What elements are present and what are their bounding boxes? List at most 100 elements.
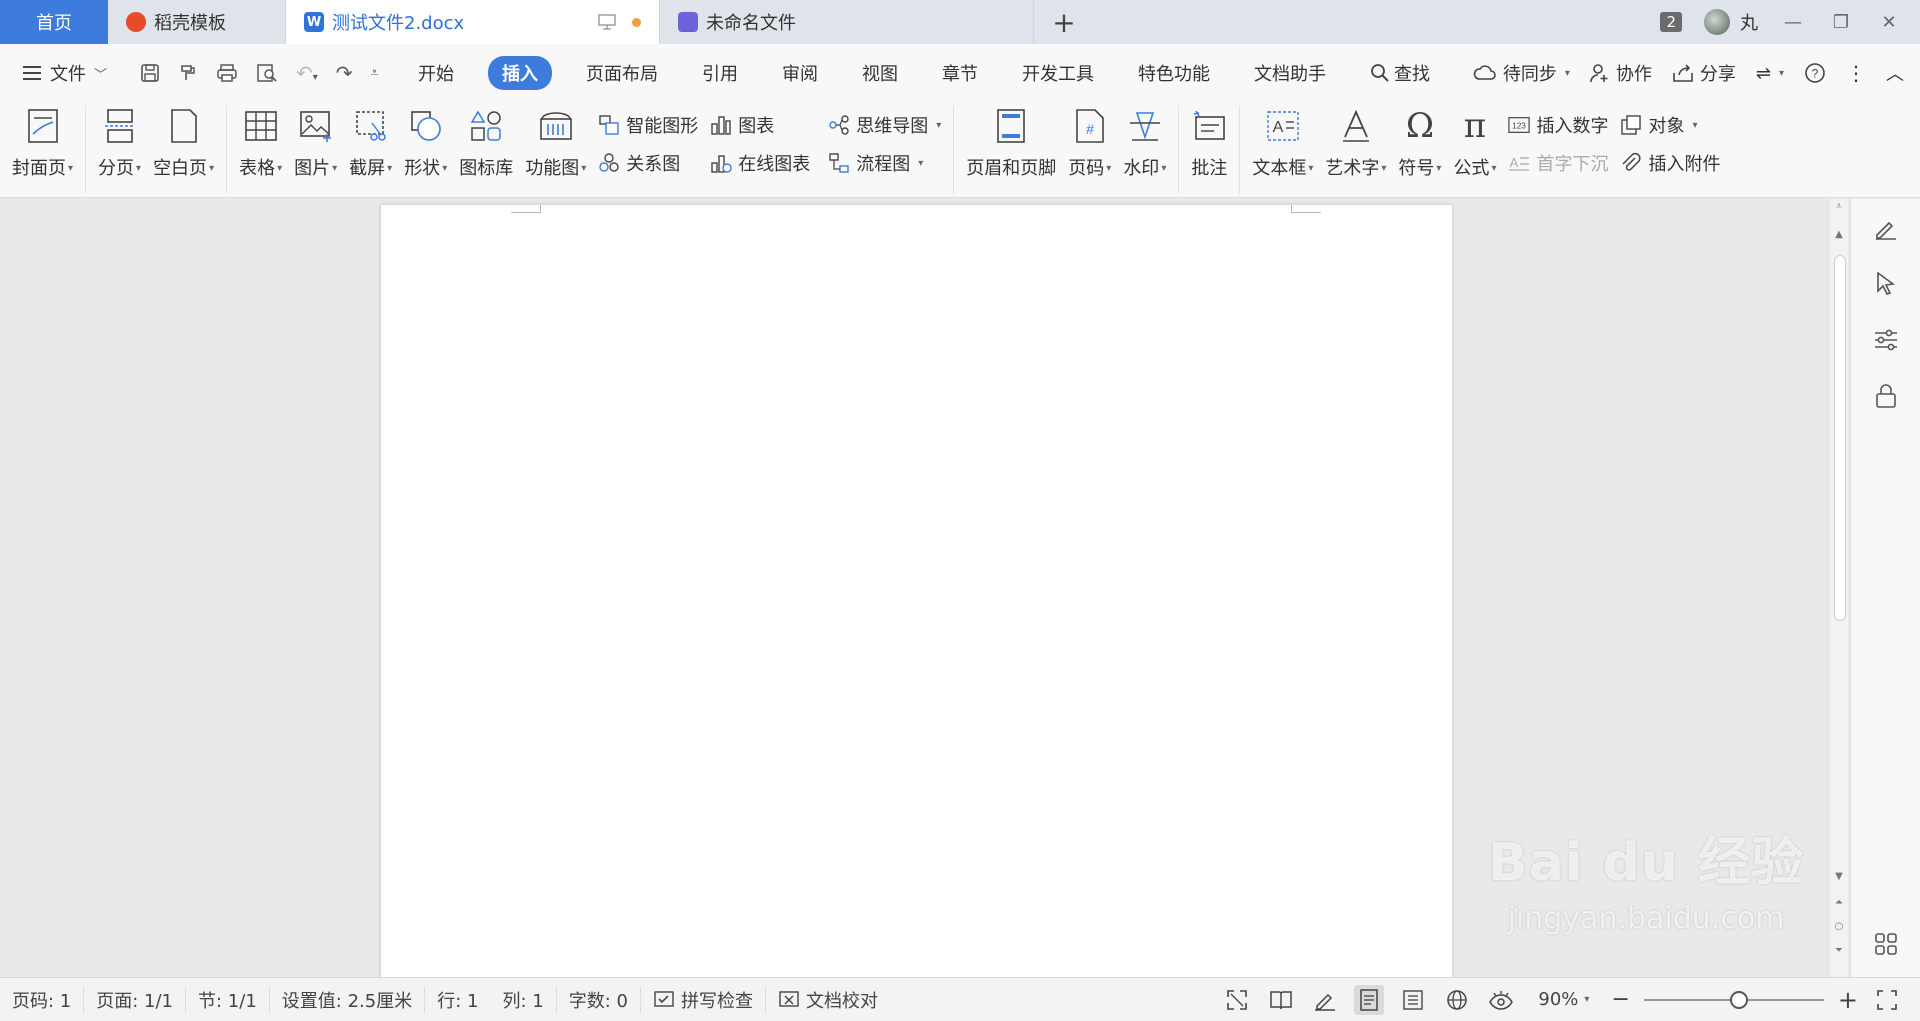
- file-menu[interactable]: 文件 ﹀: [0, 60, 126, 86]
- wordart-button[interactable]: 艺术字 ▾: [1319, 106, 1392, 180]
- outline-view-icon[interactable]: [1398, 985, 1428, 1015]
- save-icon[interactable]: [140, 63, 160, 83]
- menu-tab-start[interactable]: 开始: [396, 60, 476, 86]
- vertical-scrollbar[interactable]: ⩡ ▲ ▼ ⏶ ○ ⏷: [1830, 199, 1848, 977]
- symbol-button[interactable]: Ω 符号 ▾: [1392, 106, 1447, 180]
- status-section[interactable]: 节: 1/1: [186, 986, 270, 1013]
- reading-mode-icon[interactable]: [1266, 985, 1296, 1015]
- spell-check-button[interactable]: 拼写检查: [641, 986, 766, 1013]
- smartart-button[interactable]: 智能图形: [598, 112, 698, 138]
- close-icon[interactable]: ✕: [1876, 12, 1902, 33]
- help-icon[interactable]: ?: [1804, 62, 1826, 84]
- apps-grid-icon[interactable]: [1871, 929, 1901, 959]
- comment-button[interactable]: 批注: [1185, 106, 1233, 180]
- collab-button[interactable]: 协作: [1590, 60, 1652, 86]
- fullscreen-icon[interactable]: [1222, 985, 1252, 1015]
- share-button[interactable]: 分享: [1672, 60, 1736, 86]
- textbox-button[interactable]: A 文本框 ▾: [1246, 106, 1319, 180]
- new-tab-button[interactable]: +: [1034, 0, 1094, 44]
- print-icon[interactable]: [216, 63, 238, 83]
- status-row[interactable]: 行: 1: [425, 987, 490, 1013]
- web-view-icon[interactable]: [1442, 985, 1472, 1015]
- format-painter-icon[interactable]: [178, 63, 198, 83]
- browse-object-icon[interactable]: ○: [1832, 921, 1846, 932]
- sliders-settings-icon[interactable]: [1871, 325, 1901, 355]
- menu-tab-section[interactable]: 章节: [920, 60, 1000, 86]
- table-button[interactable]: 表格 ▾: [233, 106, 288, 180]
- document-workspace[interactable]: [0, 199, 1830, 977]
- picture-button[interactable]: 图片 ▾: [288, 106, 343, 180]
- relation-chart-button[interactable]: 关系图: [598, 150, 698, 176]
- menu-tab-developer[interactable]: 开发工具: [1000, 60, 1116, 86]
- tab-daoke-template[interactable]: 稻壳模板: [108, 0, 286, 44]
- minimize-icon[interactable]: —: [1780, 12, 1806, 33]
- mindmap-button[interactable]: 思维导图 ▾: [828, 112, 941, 138]
- status-pages[interactable]: 页面: 1/1: [84, 986, 187, 1013]
- cursor-select-icon[interactable]: [1871, 269, 1901, 299]
- insert-number-button[interactable]: 123 插入数字: [1508, 112, 1608, 138]
- zoom-dropdown[interactable]: 90% ▾: [1530, 989, 1597, 1010]
- ribbon-layout-icon[interactable]: ⇌ ▾: [1756, 63, 1784, 84]
- zoom-slider[interactable]: [1643, 990, 1824, 1009]
- status-setting-value[interactable]: 设置值: 2.5厘米: [270, 986, 426, 1013]
- menu-tab-doc-assistant[interactable]: 文档助手: [1232, 60, 1348, 86]
- eye-protection-icon[interactable]: [1486, 985, 1516, 1015]
- status-column[interactable]: 列: 1: [490, 986, 557, 1013]
- undo-icon[interactable]: ↶▾: [296, 61, 318, 85]
- cover-page-button[interactable]: 封面页 ▾: [6, 106, 79, 180]
- status-page-number[interactable]: 页码: 1: [0, 986, 85, 1013]
- split-handle-icon[interactable]: ⩡: [1832, 201, 1846, 212]
- menu-tab-review[interactable]: 审阅: [760, 60, 840, 86]
- formula-button[interactable]: π 公式 ▾: [1447, 106, 1502, 180]
- collapse-ribbon-icon[interactable]: ︿: [1886, 60, 1904, 86]
- insert-attachment-button[interactable]: 插入附件: [1620, 150, 1720, 176]
- flowchart-button[interactable]: 流程图 ▾: [828, 150, 941, 176]
- menu-tab-page-layout[interactable]: 页面布局: [564, 60, 680, 86]
- monitor-icon[interactable]: [598, 14, 616, 30]
- user-account[interactable]: 丸: [1704, 9, 1758, 35]
- screenshot-button[interactable]: 截屏 ▾: [343, 106, 398, 180]
- page-break-button[interactable]: 分页 ▾: [92, 106, 147, 180]
- window-count-badge[interactable]: 2: [1660, 12, 1682, 32]
- menu-tab-view[interactable]: 视图: [840, 60, 920, 86]
- scroll-up-icon[interactable]: ▲: [1832, 229, 1846, 240]
- shape-button[interactable]: 形状 ▾: [398, 106, 453, 180]
- pen-icon[interactable]: [1871, 213, 1901, 243]
- more-options-icon[interactable]: ⋮: [1846, 61, 1866, 85]
- print-preview-icon[interactable]: [256, 63, 278, 83]
- menu-tab-references[interactable]: 引用: [680, 60, 760, 86]
- zoom-in-icon[interactable]: +: [1838, 986, 1858, 1014]
- document-page[interactable]: [381, 205, 1452, 977]
- redo-icon[interactable]: ↷: [336, 61, 353, 85]
- icon-library-button[interactable]: 图标库: [453, 106, 519, 180]
- restore-icon[interactable]: ❐: [1828, 12, 1854, 33]
- writing-mode-icon[interactable]: [1310, 985, 1340, 1015]
- zoom-slider-knob[interactable]: [1729, 990, 1748, 1009]
- function-chart-button[interactable]: 功能图 ▾: [519, 106, 592, 180]
- drop-cap-button[interactable]: A 首字下沉: [1508, 150, 1608, 176]
- tab-unnamed-file[interactable]: 未命名文件: [660, 0, 1034, 44]
- menu-tab-features[interactable]: 特色功能: [1116, 60, 1232, 86]
- fit-page-icon[interactable]: [1872, 985, 1902, 1015]
- page-view-icon[interactable]: [1354, 984, 1385, 1015]
- chart-button[interactable]: 图表: [710, 112, 810, 138]
- zoom-out-icon[interactable]: −: [1611, 987, 1629, 1012]
- page-number-button[interactable]: # 页码 ▾: [1062, 106, 1117, 180]
- status-word-count[interactable]: 字数: 0: [557, 986, 641, 1013]
- blank-page-button[interactable]: 空白页 ▾: [147, 106, 220, 180]
- scroll-down-icon[interactable]: ▼: [1832, 871, 1846, 882]
- online-chart-button[interactable]: 在线图表: [710, 150, 810, 176]
- next-page-icon[interactable]: ⏷: [1832, 945, 1846, 956]
- tab-home[interactable]: 首页: [0, 0, 108, 44]
- lock-icon[interactable]: [1871, 381, 1901, 411]
- previous-page-icon[interactable]: ⏶: [1832, 897, 1846, 908]
- doc-proofread-button[interactable]: 文档校对: [766, 987, 890, 1013]
- object-button[interactable]: 对象 ▾: [1620, 112, 1720, 138]
- scrollbar-thumb[interactable]: [1834, 255, 1846, 621]
- watermark-button[interactable]: 水印 ▾: [1117, 106, 1172, 180]
- customize-quick-access-icon[interactable]: ⩡: [371, 65, 379, 81]
- header-footer-button[interactable]: 页眉和页脚: [960, 106, 1062, 180]
- search-button[interactable]: 查找: [1348, 60, 1452, 86]
- menu-tab-insert[interactable]: 插入: [488, 56, 552, 90]
- tab-document[interactable]: W 测试文件2.docx: [286, 0, 660, 44]
